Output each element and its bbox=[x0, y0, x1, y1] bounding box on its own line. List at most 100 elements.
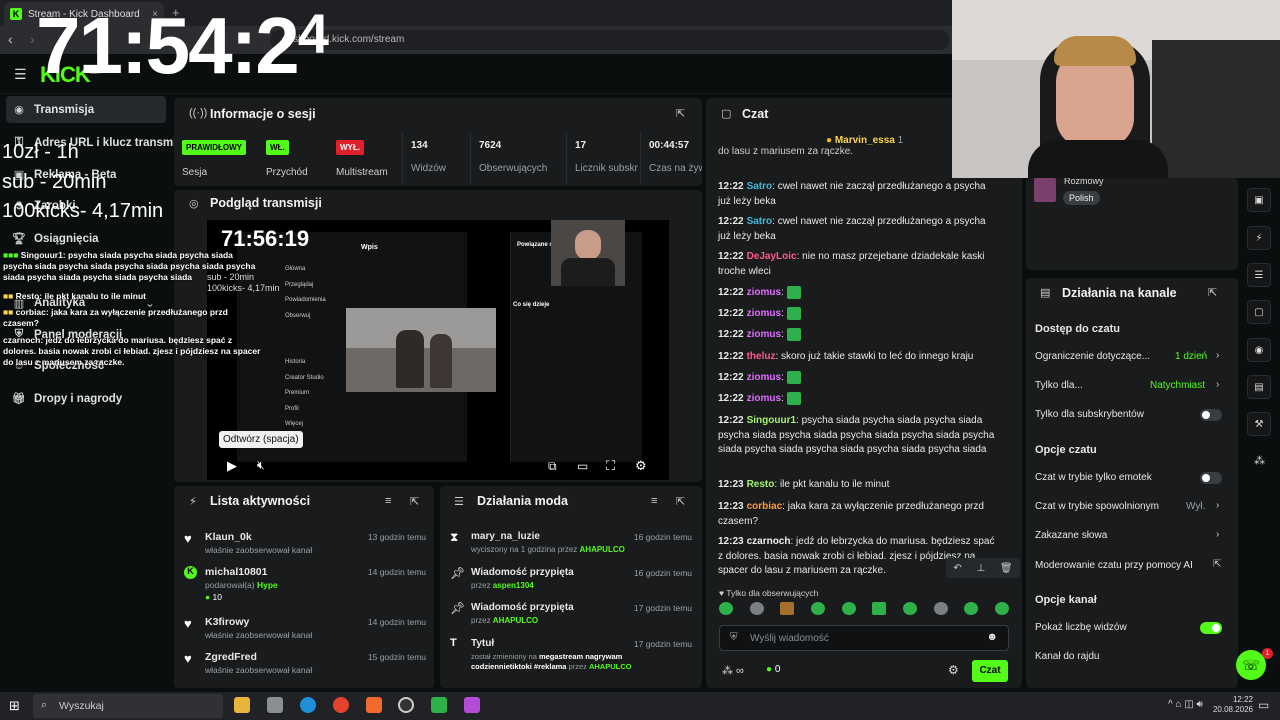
emote-icon[interactable] bbox=[872, 602, 887, 615]
gear-icon[interactable]: ⚙ bbox=[635, 458, 647, 474]
chat-username[interactable]: Satro bbox=[747, 181, 773, 192]
menu-icon[interactable]: ☰ bbox=[14, 66, 27, 83]
restriction-label[interactable]: Ograniczenie dotyczące... bbox=[1035, 351, 1150, 362]
show-viewers-toggle[interactable] bbox=[1200, 622, 1222, 634]
chat-time: 12:22 bbox=[718, 287, 744, 299]
chat-icon: ▢ bbox=[721, 108, 732, 120]
obs-icon[interactable] bbox=[398, 697, 414, 713]
miniplayer-icon[interactable]: ⧉ bbox=[548, 459, 557, 474]
brave-icon[interactable] bbox=[366, 697, 382, 713]
sidebar-item-drops[interactable]: 🎁︎ Dropy i nagrody bbox=[12, 392, 122, 406]
sidebar-item-achievements[interactable]: 🏆︎ Osiągnięcia bbox=[12, 232, 99, 246]
chat-username[interactable]: ziomus bbox=[747, 329, 781, 340]
chat-input[interactable]: ⛨ Wyślij wiadomość ☻ bbox=[719, 625, 1009, 651]
emote-icon[interactable] bbox=[719, 602, 733, 615]
subs-value: 17 bbox=[575, 140, 587, 151]
forward-icon[interactable]: › bbox=[30, 31, 35, 47]
windows-start-icon[interactable]: ⊞ bbox=[9, 698, 20, 714]
chat-time: 12:22 bbox=[718, 351, 744, 362]
shield-icon: ⛨ bbox=[730, 632, 738, 643]
popout-icon[interactable]: ⇱ bbox=[676, 495, 685, 508]
points-icon: ● bbox=[766, 664, 773, 675]
rail-panel-icon[interactable]: ▤ bbox=[1247, 375, 1271, 399]
popout-icon[interactable]: ⇱ bbox=[1208, 286, 1217, 299]
chat-username[interactable]: Singouur1 bbox=[747, 415, 796, 426]
sidebar-item-transmisja[interactable]: ◉ Transmisja bbox=[12, 103, 94, 117]
emote-only-toggle[interactable] bbox=[1200, 472, 1222, 484]
notifications-icon[interactable]: ▭ bbox=[1258, 698, 1269, 712]
popout-icon[interactable]: ⇱ bbox=[410, 495, 419, 508]
emote-icon[interactable] bbox=[810, 602, 825, 615]
chat-message: 12:22 Satro: cwel nawet nie zaczął przedł… bbox=[718, 180, 1000, 209]
chat-username[interactable]: theluz bbox=[747, 351, 776, 362]
emote-icon[interactable] bbox=[994, 602, 1009, 615]
emote-icon[interactable] bbox=[933, 602, 948, 615]
file-explorer-icon[interactable] bbox=[234, 697, 250, 713]
filter-icon[interactable]: ≡ bbox=[385, 495, 391, 507]
chat-username[interactable]: ziomus bbox=[747, 308, 781, 319]
app-icon[interactable] bbox=[464, 697, 480, 713]
theater-icon[interactable]: ▭ bbox=[577, 459, 588, 473]
mod-action-by: AHAPULCO bbox=[492, 616, 539, 625]
volume-muted-icon[interactable]: 🔇︎ bbox=[257, 458, 265, 473]
banned-words-label[interactable]: Zakazane słowa bbox=[1035, 530, 1107, 541]
rail-list-icon[interactable]: ☰ bbox=[1247, 263, 1271, 287]
emote-icon[interactable] bbox=[780, 602, 795, 615]
chat-username[interactable]: DeJayLoic bbox=[747, 251, 797, 262]
clock[interactable]: 12:22 20.08.2026 bbox=[1203, 695, 1253, 715]
channel-points[interactable]: ● 0 bbox=[766, 664, 780, 675]
back-icon[interactable]: ‹ bbox=[8, 31, 13, 47]
play-icon[interactable]: ▶ bbox=[227, 458, 237, 474]
emote-icon[interactable] bbox=[902, 602, 917, 615]
chat-send-button[interactable]: Czat bbox=[972, 660, 1008, 682]
chat-username[interactable]: ziomus bbox=[747, 372, 781, 383]
slow-mode-label[interactable]: Czat w trybie spowolnionym bbox=[1035, 501, 1159, 512]
kick-app-icon[interactable] bbox=[431, 697, 447, 713]
chat-username[interactable]: czarnoch bbox=[747, 536, 791, 547]
tray-icons[interactable]: ^ ⌂ ◫ 🔊︎ bbox=[1168, 699, 1203, 710]
only-for-label[interactable]: Tylko dla... bbox=[1035, 380, 1083, 391]
only-for-value[interactable]: Natychmiast bbox=[1150, 380, 1205, 391]
chat-username[interactable]: Resto bbox=[747, 479, 775, 490]
emote-icon[interactable] bbox=[964, 602, 979, 615]
taskbar-search-input[interactable]: ⌕ Wyszukaj bbox=[33, 694, 223, 718]
mod-action-item: T Tytuł został zmieniony na megastream n… bbox=[450, 635, 696, 681]
chat-username[interactable]: ziomus bbox=[747, 287, 781, 298]
trash-icon[interactable]: 🗑︎ bbox=[1000, 563, 1013, 574]
chat-username[interactable]: Satro bbox=[747, 216, 773, 227]
filter-icon[interactable]: ≡ bbox=[651, 495, 657, 507]
timer-last-digit: 4 bbox=[297, 2, 329, 65]
language-tag[interactable]: Polish bbox=[1063, 191, 1100, 205]
emote-icon[interactable] bbox=[749, 602, 764, 615]
ai-moderation-label[interactable]: Moderowanie czatu przy pomocy AI bbox=[1035, 560, 1193, 571]
raid-channel-label[interactable]: Kanał do rajdu bbox=[1035, 651, 1100, 662]
chat-input-placeholder: Wyślij wiadomość bbox=[750, 633, 829, 644]
activity-time: 14 godzin temu bbox=[367, 567, 426, 577]
pin-icon[interactable]: ⊥ bbox=[976, 563, 985, 574]
slow-mode-value[interactable]: Wył. bbox=[1186, 501, 1205, 512]
chat-username[interactable]: corbiac bbox=[747, 501, 783, 512]
rail-chat-icon[interactable]: ▢ bbox=[1247, 300, 1271, 324]
chat-title: Czat bbox=[742, 107, 769, 121]
rail-wrench-icon[interactable]: ⚒ bbox=[1247, 412, 1271, 436]
reply-icon[interactable]: ↶ bbox=[953, 563, 961, 574]
edge-icon[interactable] bbox=[300, 697, 316, 713]
url-input[interactable]: dashboard.kick.com/stream bbox=[270, 30, 950, 50]
fullscreen-icon[interactable]: ⛶ bbox=[606, 458, 615, 474]
chat-settings-gear-icon[interactable]: ⚙ bbox=[948, 663, 959, 677]
emoji-icon[interactable]: ☻ bbox=[986, 631, 998, 643]
app-icon[interactable] bbox=[267, 697, 283, 713]
video-player[interactable]: 71:56:19 sub - 20min 100kicks- 4,17min Gł… bbox=[207, 220, 669, 480]
chat-username[interactable]: ziomus bbox=[747, 393, 781, 404]
rail-radio-icon[interactable]: ◉ bbox=[1247, 338, 1271, 362]
rail-stream-icon[interactable]: ▣ bbox=[1247, 188, 1271, 212]
emote-icon[interactable] bbox=[841, 602, 856, 615]
subs-only-toggle[interactable] bbox=[1200, 409, 1222, 421]
rail-share-icon[interactable]: ⁂ bbox=[1254, 454, 1265, 467]
restriction-value[interactable]: 1 dzień bbox=[1175, 351, 1207, 362]
rail-bolt-icon[interactable]: ⚡︎ bbox=[1247, 226, 1271, 250]
popout-icon[interactable]: ⇱ bbox=[676, 107, 685, 120]
chrome-icon[interactable] bbox=[333, 697, 349, 713]
overlay-price-line: sub - 20min bbox=[2, 171, 107, 193]
external-link-icon[interactable]: ⇱ bbox=[1213, 559, 1221, 570]
